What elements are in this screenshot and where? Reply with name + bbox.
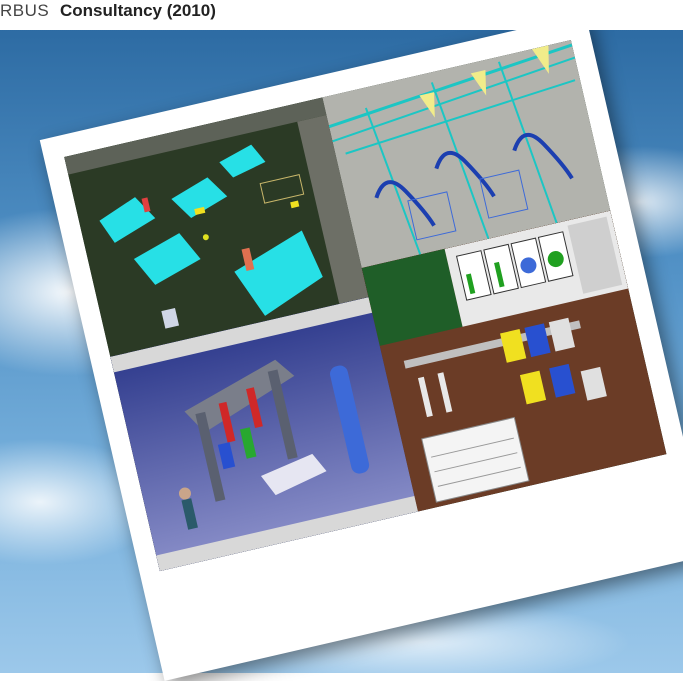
company-name-fragment: RBUS: [0, 1, 50, 20]
collage-photo: [64, 40, 667, 572]
page-title: Consultancy (2010): [59, 1, 216, 20]
page-header: RBUS Consultancy (2010): [0, 0, 683, 30]
